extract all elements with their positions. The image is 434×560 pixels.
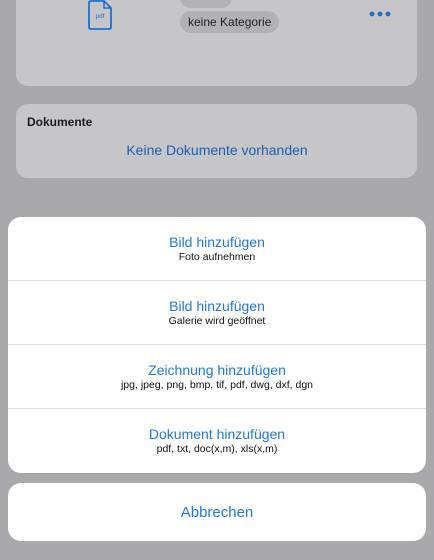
option-title: Zeichnung hinzufügen xyxy=(148,361,286,378)
documents-title: Dokumente xyxy=(27,115,93,129)
option-title: Bild hinzufügen xyxy=(169,297,265,314)
tag-pill xyxy=(180,0,232,8)
add-photo-option[interactable]: Bild hinzufügen Foto aufnehmen xyxy=(8,217,426,281)
option-title: Bild hinzufügen xyxy=(169,233,265,250)
add-drawing-option[interactable]: Zeichnung hinzufügen jpg, jpeg, png, bmp… xyxy=(8,345,426,409)
action-sheet: Bild hinzufügen Foto aufnehmen Bild hinz… xyxy=(8,217,426,473)
option-subtitle: jpg, jpeg, png, bmp, tif, pdf, dwg, dxf,… xyxy=(120,378,314,391)
option-subtitle: pdf, txt, doc(x,m), xls(x,m) xyxy=(156,443,278,455)
option-subtitle: Foto aufnehmen xyxy=(178,250,256,263)
pdf-file-icon[interactable]: pdf xyxy=(87,0,113,30)
cancel-button[interactable]: Abbrechen xyxy=(8,483,426,541)
pdf-icon-label: pdf xyxy=(95,13,104,20)
ellipsis-icon[interactable] xyxy=(369,11,391,17)
category-pill: keine Kategorie xyxy=(180,11,280,33)
option-subtitle: Galerie wird geöffnet xyxy=(168,314,266,327)
documents-empty-text: Keine Dokumente vorhanden xyxy=(126,142,308,158)
add-document-option[interactable]: Dokument hinzufügen pdf, txt, doc(x,m), … xyxy=(8,409,426,473)
add-gallery-image-option[interactable]: Bild hinzufügen Galerie wird geöffnet xyxy=(8,281,426,345)
option-title: Dokument hinzufügen xyxy=(148,426,286,442)
